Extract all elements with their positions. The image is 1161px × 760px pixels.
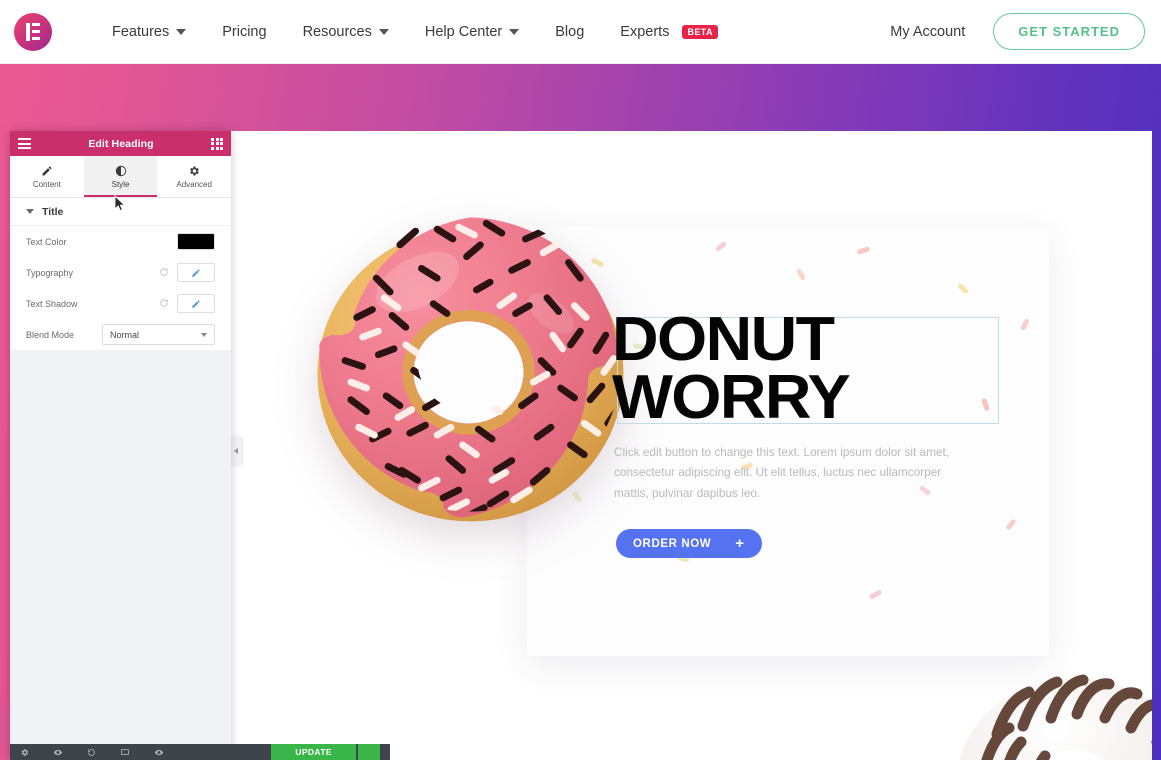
update-options-caret-icon[interactable]: [358, 744, 380, 760]
update-button[interactable]: UPDATE: [271, 744, 356, 760]
elementor-logo-icon[interactable]: [14, 12, 52, 51]
primary-navigation: Features Pricing Resources Help Center B…: [112, 24, 754, 40]
nav-label: Resources: [302, 23, 372, 40]
text-color-swatch[interactable]: [177, 233, 215, 250]
nav-label: Help Center: [424, 23, 503, 40]
control-row-text-color: Text Color: [10, 226, 231, 257]
chevron-down-icon: [201, 332, 207, 337]
blend-mode-select[interactable]: Normal: [102, 324, 215, 345]
nav-item-resources[interactable]: Resources: [303, 24, 389, 40]
editor-footer-bar: UPDATE: [10, 744, 390, 760]
nav-item-help-center[interactable]: Help Center: [424, 23, 520, 40]
site-header: Features Pricing Resources Help Center B…: [0, 0, 1161, 64]
eye-preview-icon[interactable]: [53, 748, 63, 757]
tab-content-label: Content: [32, 180, 61, 189]
text-shadow-edit-button[interactable]: [177, 294, 215, 313]
chevron-down-icon: [509, 28, 520, 35]
hamburger-menu-icon[interactable]: [18, 138, 31, 149]
gear-icon: [188, 164, 200, 177]
tab-advanced-label: Advanced: [176, 180, 212, 189]
chevron-down-icon: [378, 28, 389, 35]
hero-heading-text: DONUT WORRY: [612, 305, 851, 432]
control-label: Blend Mode: [26, 329, 75, 340]
panel-title: Edit Heading: [88, 137, 154, 150]
reset-icon[interactable]: [159, 295, 169, 313]
chevron-down-icon: [26, 209, 34, 214]
pink-donut-image: [317, 217, 624, 522]
editor-canvas-preview: DONUT WORRY Click edit button to change …: [231, 131, 1152, 760]
tab-style[interactable]: Style: [83, 156, 158, 197]
panel-tab-bar: Content Style Advanced: [10, 156, 232, 198]
nav-label: Features: [112, 23, 170, 40]
history-icon[interactable]: [87, 748, 96, 757]
tab-advanced[interactable]: Advanced: [157, 156, 232, 197]
control-row-text-shadow: Text Shadow: [10, 288, 231, 319]
blend-mode-value: Normal: [110, 329, 140, 340]
panel-controls: Title Text Color Typography Text Shadow: [10, 198, 231, 350]
typography-edit-button[interactable]: [177, 263, 215, 282]
tab-content[interactable]: Content: [10, 156, 84, 197]
beta-badge: BETA: [682, 24, 718, 39]
panel-header: Edit Heading: [10, 131, 231, 156]
nav-label: Experts: [620, 23, 670, 40]
grid-apps-icon[interactable]: [211, 137, 223, 150]
glazed-donut-image: [959, 674, 1152, 760]
panel-collapse-chevron-icon[interactable]: [231, 437, 241, 465]
hero-paragraph-text: Click edit button to change this text. L…: [614, 445, 950, 500]
nav-item-blog[interactable]: Blog: [555, 24, 584, 40]
elementor-editor-panel: Edit Heading Content Style Advanced Titl…: [10, 131, 232, 760]
preview-changes-icon[interactable]: [154, 748, 164, 757]
contrast-icon: [115, 164, 127, 177]
pencil-icon: [41, 164, 53, 177]
get-started-button[interactable]: GET STARTED: [993, 13, 1145, 50]
control-label: Typography: [26, 267, 74, 278]
my-account-link[interactable]: My Account: [890, 24, 965, 40]
control-row-blend-mode: Blend Mode Normal: [10, 319, 231, 350]
heading-widget-selection-box[interactable]: DONUT WORRY: [612, 308, 999, 428]
nav-label: Pricing: [222, 23, 267, 40]
plus-icon: +: [735, 535, 745, 552]
nav-item-experts[interactable]: Experts BETA: [620, 24, 718, 40]
tab-style-label: Style: [111, 180, 130, 189]
nav-item-pricing[interactable]: Pricing: [222, 24, 266, 40]
chevron-down-icon: [176, 28, 187, 35]
nav-label: Blog: [555, 23, 585, 40]
section-title-label: Title: [42, 205, 64, 218]
responsive-mode-icon[interactable]: [120, 748, 130, 757]
settings-icon[interactable]: [20, 748, 29, 757]
order-now-button[interactable]: ORDER NOW +: [616, 529, 762, 558]
control-label: Text Shadow: [26, 298, 78, 309]
elementor-logo-glyph: [26, 22, 40, 41]
control-row-typography: Typography: [10, 257, 231, 288]
control-label: Text Color: [26, 236, 67, 247]
nav-item-features[interactable]: Features: [112, 23, 187, 40]
reset-icon[interactable]: [159, 264, 169, 282]
section-title-toggle[interactable]: Title: [10, 198, 231, 226]
update-button-group: UPDATE: [271, 744, 380, 760]
header-actions: My Account GET STARTED: [890, 13, 1145, 50]
order-now-label: ORDER NOW: [633, 537, 712, 550]
panel-empty-area: [10, 350, 231, 760]
